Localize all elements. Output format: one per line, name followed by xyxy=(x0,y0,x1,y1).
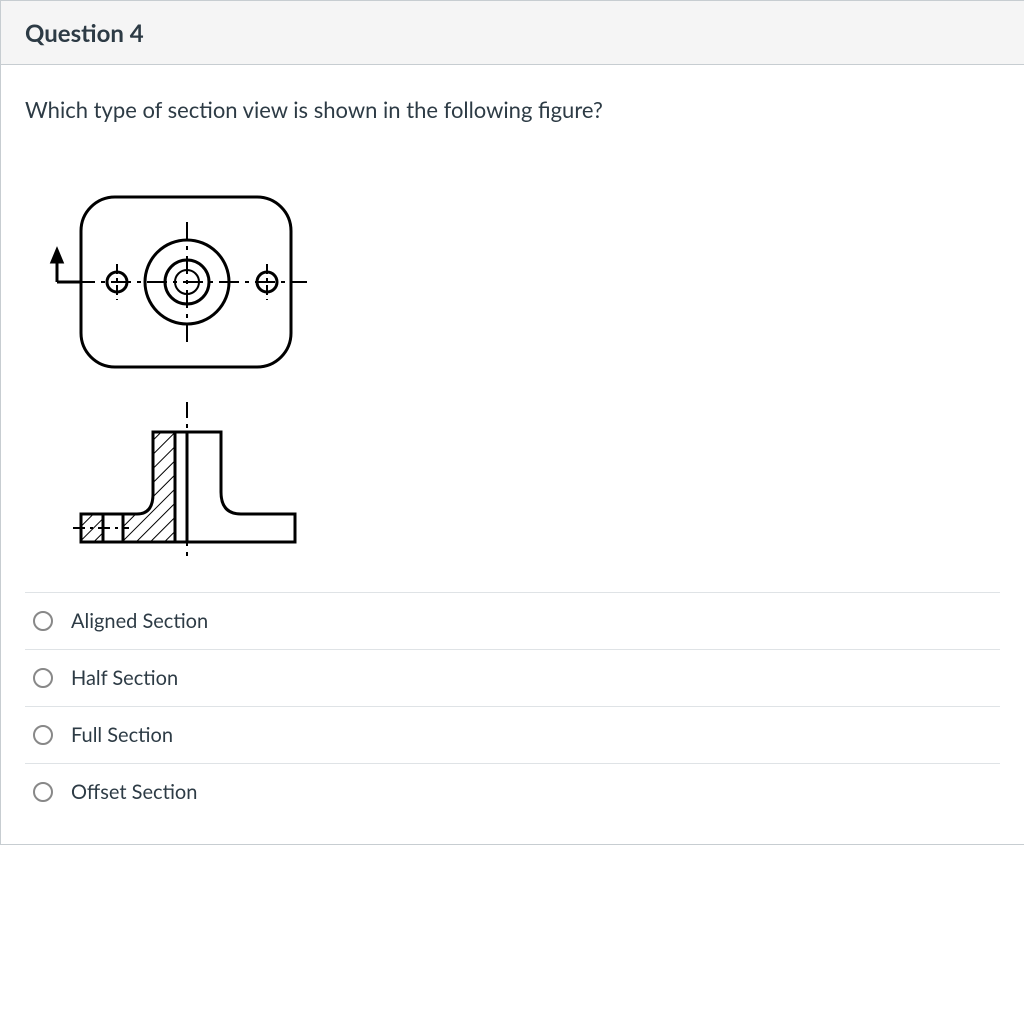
question-title: Question 4 xyxy=(25,19,1000,48)
question-body: Which type of section view is shown in t… xyxy=(1,65,1024,844)
option-label: Half Section xyxy=(71,666,178,690)
option-label: Full Section xyxy=(71,723,173,747)
option-full-section[interactable]: Full Section xyxy=(25,706,1000,763)
option-label: Offset Section xyxy=(71,780,197,804)
option-aligned-section[interactable]: Aligned Section xyxy=(25,592,1000,649)
question-prompt: Which type of section view is shown in t… xyxy=(25,95,1000,126)
radio-icon xyxy=(33,611,53,631)
question-header: Question 4 xyxy=(1,1,1024,65)
option-half-section[interactable]: Half Section xyxy=(25,649,1000,706)
question-card: Question 4 Which type of section view is… xyxy=(0,0,1024,845)
figure-top-view xyxy=(45,162,325,392)
figure-section-view xyxy=(45,392,325,562)
question-figure xyxy=(45,162,1000,562)
radio-icon xyxy=(33,725,53,745)
option-label: Aligned Section xyxy=(71,609,208,633)
radio-icon xyxy=(33,782,53,802)
option-offset-section[interactable]: Offset Section xyxy=(25,763,1000,820)
answer-options: Aligned Section Half Section Full Sectio… xyxy=(25,592,1000,820)
radio-icon xyxy=(33,668,53,688)
